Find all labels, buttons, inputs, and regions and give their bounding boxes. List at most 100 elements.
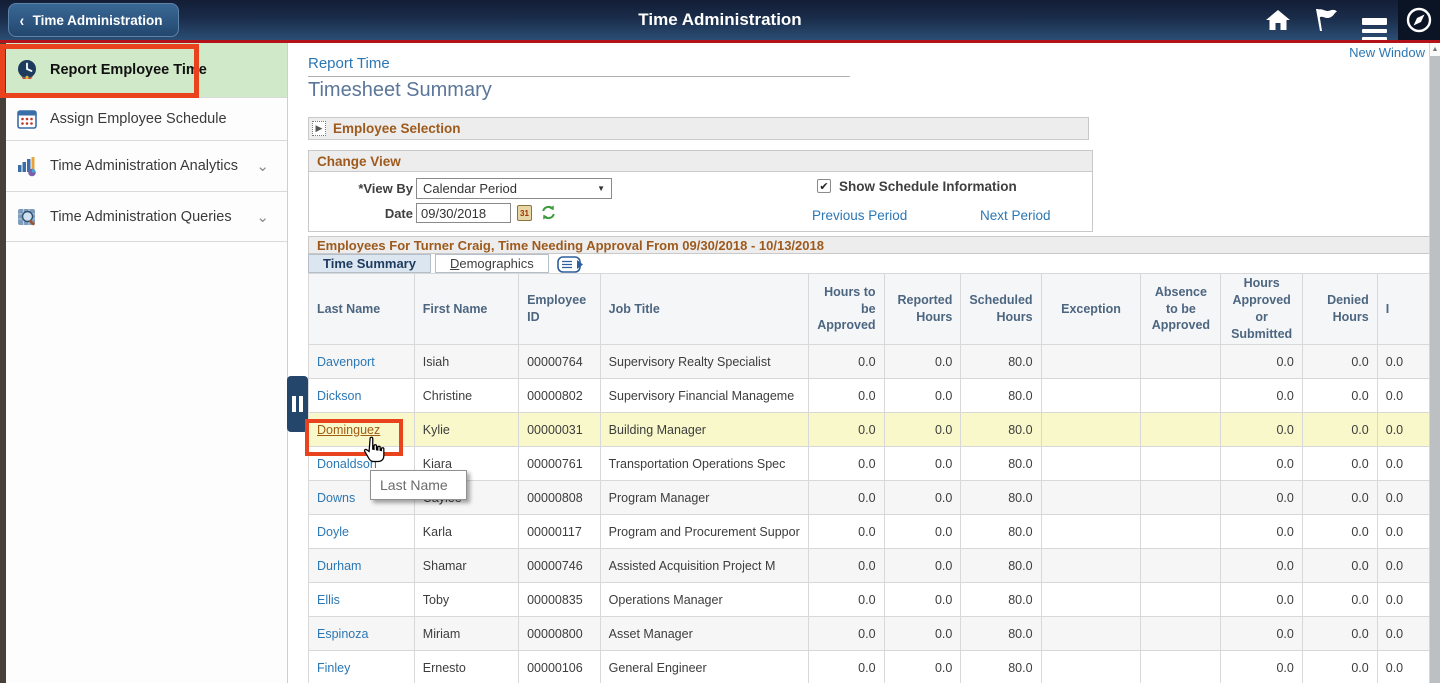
- table-cell-denied: 0.0: [1302, 583, 1377, 617]
- table-cell-reported: 0.0: [884, 651, 961, 683]
- employee-selection-label: Employee Selection: [333, 121, 461, 136]
- compass-icon[interactable]: [1398, 0, 1440, 40]
- last-name-link[interactable]: Doyle: [317, 525, 349, 539]
- date-input[interactable]: [416, 203, 511, 223]
- timesheet-table-body: DavenportIsiah00000764Supervisory Realty…: [309, 345, 1430, 683]
- refresh-icon[interactable]: [540, 204, 557, 221]
- main-content: New Window Report Time Timesheet Summary…: [288, 43, 1429, 683]
- column-header: Reported Hours: [884, 274, 961, 345]
- table-row: DominguezKylie00000031Building Manager0.…: [309, 413, 1430, 447]
- column-header: Absence to be Approved: [1141, 274, 1221, 345]
- table-cell-hours_to_approve: 0.0: [808, 345, 884, 379]
- change-view-groupbox: Change View *View By Calendar Period ▼ D…: [308, 150, 1093, 232]
- sidebar-collapse-handle[interactable]: [287, 376, 308, 432]
- table-row: DonaldsonKiara00000761Transportation Ope…: [309, 447, 1430, 481]
- table-cell-hours_to_approve: 0.0: [808, 515, 884, 549]
- table-cell-scheduled: 80.0: [961, 481, 1041, 515]
- table-cell-exception: [1041, 617, 1141, 651]
- table-row: EllisToby00000835Operations Manager0.00.…: [309, 583, 1430, 617]
- table-row: DicksonChristine00000802Supervisory Fina…: [309, 379, 1430, 413]
- last-name-link[interactable]: Dickson: [317, 389, 361, 403]
- timesheet-table: Last NameFirst NameEmployee IDJob TitleH…: [308, 273, 1430, 683]
- last-name-link[interactable]: Durham: [317, 559, 361, 573]
- sidebar-item-time-administration-analytics[interactable]: Time Administration Analytics ⌄: [6, 141, 287, 192]
- table-row: DoyleKarla00000117Program and Procuremen…: [309, 515, 1430, 549]
- table-cell-job: Building Manager: [600, 413, 808, 447]
- last-name-link[interactable]: Espinoza: [317, 627, 368, 641]
- table-cell-emp_id: 00000117: [519, 515, 601, 549]
- timesheet-table-head: Last NameFirst NameEmployee IDJob TitleH…: [309, 274, 1430, 345]
- table-cell-hours_to_approve: 0.0: [808, 481, 884, 515]
- sidebar-item-time-administration-queries[interactable]: Time Administration Queries ⌄: [6, 192, 287, 242]
- next-period-link[interactable]: Next Period: [980, 208, 1051, 223]
- sidebar-item-label: Time Administration Queries: [50, 209, 232, 225]
- table-cell-job: Supervisory Realty Specialist: [600, 345, 808, 379]
- analytics-chart-icon: [16, 155, 38, 177]
- flag-icon[interactable]: [1302, 0, 1350, 40]
- table-cell-emp_id: 00000835: [519, 583, 601, 617]
- table-cell-reported: 0.0: [884, 447, 961, 481]
- table-cell-hours_to_approve: 0.0: [808, 413, 884, 447]
- table-cell-emp_id: 00000106: [519, 651, 601, 683]
- table-cell-emp_id: 00000746: [519, 549, 601, 583]
- show-schedule-checkbox[interactable]: ✔: [817, 179, 831, 193]
- table-cell-first: Karla: [414, 515, 518, 549]
- table-cell-approved_submitted: 0.0: [1221, 617, 1303, 651]
- last-name-link[interactable]: Dominguez: [317, 423, 380, 437]
- table-cell-exception: [1041, 549, 1141, 583]
- table-cell-scheduled: 80.0: [961, 583, 1041, 617]
- vertical-scrollbar[interactable]: ▲: [1429, 43, 1440, 683]
- show-all-columns-icon[interactable]: [557, 256, 585, 273]
- calendar-prompt-icon[interactable]: 31: [517, 205, 532, 221]
- sidebar-item-assign-employee-schedule[interactable]: Assign Employee Schedule: [6, 98, 287, 141]
- sidebar: Report Employee Time Assign Employee Sch…: [6, 43, 287, 683]
- last-name-link[interactable]: Ellis: [317, 593, 340, 607]
- table-cell-hours_to_approve: 0.0: [808, 379, 884, 413]
- expand-arrow-icon[interactable]: ▶: [312, 121, 326, 136]
- table-cell-job: Asset Manager: [600, 617, 808, 651]
- last-name-link[interactable]: Downs: [317, 491, 355, 505]
- column-header: First Name: [414, 274, 518, 345]
- table-cell-denied: 0.0: [1302, 481, 1377, 515]
- sidebar-item-report-employee-time[interactable]: Report Employee Time: [6, 43, 287, 98]
- employees-grid: Employees For Turner Craig, Time Needing…: [308, 236, 1430, 683]
- table-cell-last: Durham: [309, 549, 415, 583]
- page-header-title: Time Administration: [0, 0, 1440, 40]
- last-name-link[interactable]: Finley: [317, 661, 350, 675]
- column-header: Employee ID: [519, 274, 601, 345]
- breadcrumb[interactable]: Report Time: [308, 55, 390, 72]
- tab-time-summary[interactable]: Time Summary: [308, 254, 431, 273]
- table-cell-first: Miriam: [414, 617, 518, 651]
- navbar-menu-icon[interactable]: [1350, 0, 1398, 40]
- home-icon[interactable]: [1254, 0, 1302, 40]
- scroll-up-icon[interactable]: ▲: [1430, 43, 1440, 56]
- table-cell-emp_id: 00000808: [519, 481, 601, 515]
- table-row: EspinozaMiriam00000800Asset Manager0.00.…: [309, 617, 1430, 651]
- table-cell-first: Isiah: [414, 345, 518, 379]
- breadcrumb-rule: [308, 76, 850, 77]
- checkbox-check-icon: ✔: [819, 180, 828, 193]
- last-name-link[interactable]: Davenport: [317, 355, 375, 369]
- table-cell-absence: [1141, 515, 1221, 549]
- table-cell-hours_to_approve: 0.0: [808, 583, 884, 617]
- column-header: Exception: [1041, 274, 1141, 345]
- change-view-body: *View By Calendar Period ▼ Date 31 ✔ Sho…: [309, 172, 1092, 232]
- employee-selection-section[interactable]: ▶ Employee Selection: [308, 117, 1089, 140]
- table-cell-clipped: 0.0: [1377, 447, 1429, 481]
- table-cell-exception: [1041, 481, 1141, 515]
- page-title: Timesheet Summary: [308, 79, 492, 102]
- previous-period-link[interactable]: Previous Period: [812, 208, 907, 223]
- table-cell-reported: 0.0: [884, 413, 961, 447]
- table-cell-exception: [1041, 583, 1141, 617]
- scrollbar-thumb[interactable]: [1430, 56, 1440, 683]
- view-by-dropdown[interactable]: Calendar Period ▼: [416, 178, 612, 199]
- chevron-down-icon: ⌄: [256, 208, 269, 226]
- table-cell-clipped: 0.0: [1377, 549, 1429, 583]
- table-cell-first: Ernesto: [414, 651, 518, 683]
- table-cell-scheduled: 80.0: [961, 447, 1041, 481]
- column-header: Hours Approved or Submitted: [1221, 274, 1303, 345]
- new-window-link[interactable]: New Window: [1349, 45, 1425, 60]
- tab-demographics[interactable]: Demographics: [435, 254, 549, 273]
- table-cell-denied: 0.0: [1302, 651, 1377, 683]
- table-cell-first: Christine: [414, 379, 518, 413]
